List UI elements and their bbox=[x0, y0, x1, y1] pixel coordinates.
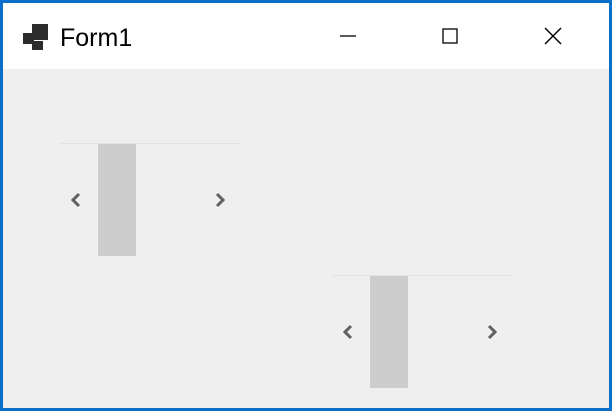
scrollbar-thumb[interactable] bbox=[370, 276, 408, 388]
close-button[interactable] bbox=[503, 3, 603, 69]
title-bar[interactable]: Form1 bbox=[3, 3, 609, 69]
chevron-left-icon[interactable] bbox=[66, 190, 86, 210]
minimize-icon bbox=[340, 35, 356, 37]
client-area bbox=[3, 69, 609, 408]
scrollbar-track[interactable] bbox=[332, 275, 512, 276]
maximize-button[interactable] bbox=[400, 3, 500, 69]
windows-forms-app-icon bbox=[23, 24, 48, 50]
horizontal-scrollbar-2[interactable] bbox=[332, 275, 512, 390]
chevron-right-icon[interactable] bbox=[482, 322, 502, 342]
form1-window: Form1 bbox=[0, 0, 612, 411]
window-title: Form1 bbox=[60, 24, 133, 52]
close-icon bbox=[544, 27, 562, 45]
chevron-right-icon[interactable] bbox=[210, 190, 230, 210]
scrollbar-track[interactable] bbox=[60, 143, 240, 144]
horizontal-scrollbar-1[interactable] bbox=[60, 143, 240, 258]
scrollbar-thumb[interactable] bbox=[98, 144, 136, 256]
maximize-icon bbox=[442, 28, 458, 44]
minimize-button[interactable] bbox=[298, 3, 398, 69]
chevron-left-icon[interactable] bbox=[338, 322, 358, 342]
